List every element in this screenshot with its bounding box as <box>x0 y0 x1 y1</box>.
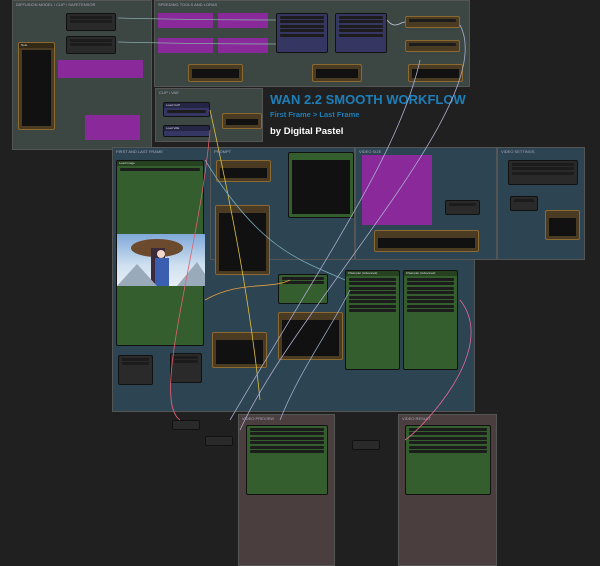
lora-stack-node[interactable] <box>335 13 387 53</box>
model-loader-node[interactable] <box>66 36 116 54</box>
model-node[interactable] <box>278 274 328 304</box>
group-title: VIDEO SIZE <box>359 149 382 154</box>
title-author: by Digital Pastel <box>270 126 344 137</box>
lora-node[interactable] <box>218 13 268 28</box>
note-node[interactable]: Note <box>18 42 55 130</box>
group-title: VIDEO PREVIEW <box>242 416 275 421</box>
lora-node[interactable] <box>158 13 213 28</box>
workflow-title: WAN 2.2 SMOOTH WORKFLOW First Frame > La… <box>270 92 466 137</box>
note-node[interactable] <box>222 113 262 129</box>
node-title: Load VAE <box>164 126 209 131</box>
node-title: Load CLIP <box>164 103 209 108</box>
node-title: Load Image <box>117 161 203 166</box>
video-preview-node[interactable] <box>246 425 328 495</box>
group-title: SPEEDING TOOLS AND LORAS <box>158 2 218 7</box>
ksampler-node[interactable]: KSampler (Advanced) <box>345 270 400 370</box>
clip-loader-node[interactable]: Load CLIP <box>163 102 210 117</box>
value-node[interactable] <box>405 40 460 52</box>
small-node[interactable] <box>118 355 153 385</box>
prompt-positive-node[interactable] <box>288 152 354 218</box>
note-node[interactable] <box>545 210 580 240</box>
ksampler-node[interactable]: KSampler (Advanced) <box>403 270 458 370</box>
small-node[interactable] <box>170 353 202 383</box>
title-main: WAN 2.2 SMOOTH WORKFLOW <box>270 92 466 107</box>
bypassed-node[interactable] <box>85 115 140 140</box>
value-node[interactable] <box>405 16 460 28</box>
small-node[interactable] <box>205 436 233 446</box>
note-node[interactable] <box>408 64 463 82</box>
note-node[interactable] <box>188 64 243 82</box>
girl-illustration <box>117 239 205 286</box>
node-title: KSampler (Advanced) <box>404 271 457 276</box>
settings-node[interactable] <box>508 160 578 185</box>
group-title: DIFFUSION MODEL / CLIP / SAFETENSOR <box>16 2 96 7</box>
bypassed-node[interactable] <box>362 155 432 225</box>
group-title: VIDEO RESULT <box>402 416 432 421</box>
settings-node[interactable] <box>510 196 538 211</box>
lora-node[interactable] <box>218 38 268 53</box>
prompt-node[interactable] <box>215 205 270 275</box>
note-node[interactable] <box>312 64 362 82</box>
group-title: VIDEO SETTINGS <box>501 149 535 154</box>
size-node[interactable] <box>445 200 480 215</box>
title-sub: First Frame > Last Frame <box>270 110 360 119</box>
bypassed-node[interactable] <box>58 60 143 78</box>
group-title: CLIP / VAE <box>159 90 179 95</box>
model-loader-node[interactable] <box>66 13 116 31</box>
note-node[interactable] <box>212 332 267 368</box>
lora-node[interactable] <box>158 38 213 53</box>
input-image <box>117 234 205 286</box>
note-node[interactable] <box>216 160 271 182</box>
note-node[interactable] <box>374 230 479 252</box>
note-node[interactable] <box>278 312 343 360</box>
node-title: Note <box>19 43 54 48</box>
small-node[interactable] <box>352 440 380 450</box>
lora-stack-node[interactable] <box>276 13 328 53</box>
node-title: KSampler (Advanced) <box>346 271 399 276</box>
small-node[interactable] <box>172 420 200 430</box>
video-result-node[interactable] <box>405 425 491 495</box>
vae-loader-node[interactable]: Load VAE <box>163 125 210 137</box>
